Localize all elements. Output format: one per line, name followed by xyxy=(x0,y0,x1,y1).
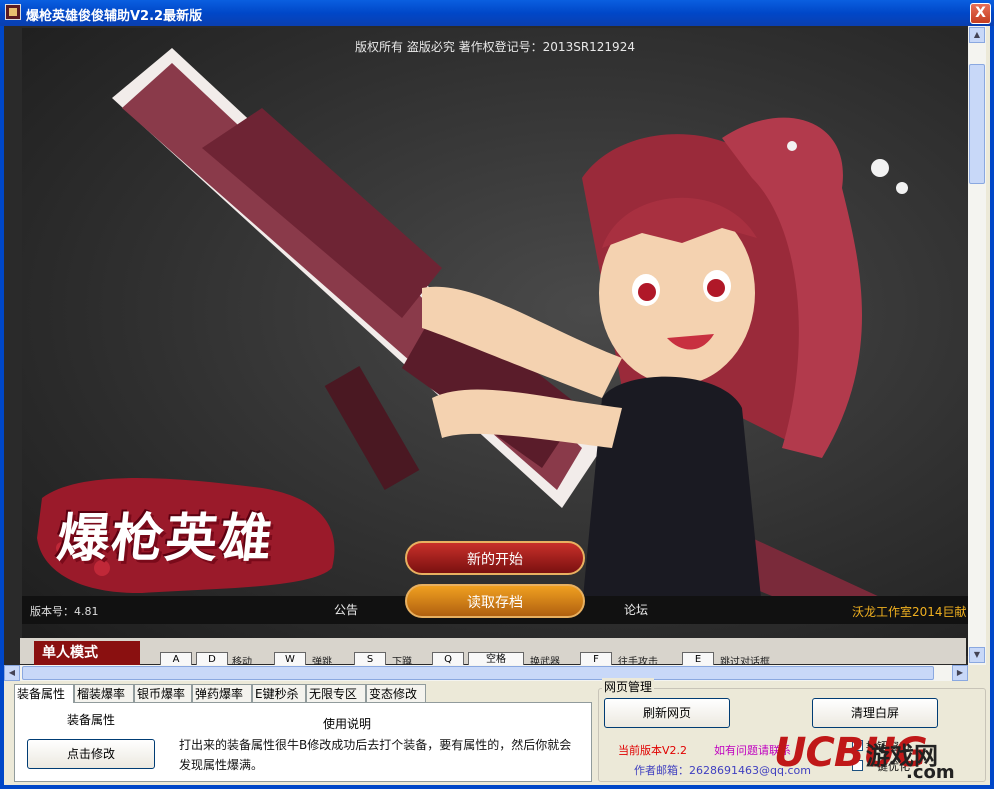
scroll-up-icon[interactable]: ▲ xyxy=(969,27,985,43)
current-version-text: 当前版本V2.2 xyxy=(618,744,688,757)
key-d: D xyxy=(196,652,228,665)
new-game-button[interactable]: 新的开始 xyxy=(405,541,585,575)
clear-white-screen-button[interactable]: 清理白屏 xyxy=(812,698,938,728)
key-e: E xyxy=(682,652,714,665)
key-desc-crouch: 下蹲 xyxy=(392,657,412,665)
horizontal-scrollbar[interactable]: ◀ ▶ xyxy=(4,665,968,681)
refresh-page-button[interactable]: 刷新网页 xyxy=(604,698,730,728)
single-player-tab[interactable]: 单人模式 xyxy=(34,641,140,665)
tab-ammo-drop-rate[interactable]: 弹药爆率 xyxy=(192,684,252,702)
load-game-button[interactable]: 读取存档 xyxy=(405,584,585,618)
modify-button[interactable]: 点击修改 xyxy=(27,739,155,769)
copyright-notice: 版权所有 盗版必究 著作权登记号：2013SR121924 xyxy=(355,40,635,54)
tab-equipment-attributes[interactable]: 装备属性 xyxy=(14,684,74,703)
window-title: 爆枪英雄俊俊辅助V2.2最新版 xyxy=(26,9,203,24)
window-frame-bottom xyxy=(0,785,994,789)
web-management-title: 网页管理 xyxy=(602,678,655,695)
key-a: A xyxy=(160,652,192,665)
equipment-attributes-panel: 装备属性 点击修改 使用说明 打出来的装备属性很牛B修改成功后去打个装备，要有属… xyxy=(14,702,592,782)
game-version: 版本号：4.81 xyxy=(30,605,99,618)
forum-link[interactable]: 论坛 xyxy=(624,601,648,618)
key-desc-jump: 弹跳 xyxy=(312,657,332,665)
scroll-down-icon[interactable]: ▼ xyxy=(969,647,985,663)
key-space: 空格 xyxy=(468,652,524,665)
scroll-right-icon[interactable]: ▶ xyxy=(952,665,968,681)
game-logo: 爆枪英雄 xyxy=(54,509,277,569)
key-desc-switch-weapon: 换武器 xyxy=(530,657,560,665)
mode-strip: 单人模式 A D 移动 W 弹跳 S 下蹲 Q 空格 换武器 F 往手攻击 E … xyxy=(20,638,966,665)
vertical-scrollbar[interactable]: ▲ ▼ xyxy=(968,26,986,665)
key-s: S xyxy=(354,652,386,665)
game-stage: 版权所有 盗版必究 著作权登记号：2013SR121924 爆枪英雄 版本号：4… xyxy=(22,28,968,656)
vertical-scroll-thumb[interactable] xyxy=(969,64,985,184)
game-viewport[interactable]: 版权所有 盗版必究 著作权登记号：2013SR121924 爆枪英雄 版本号：4… xyxy=(4,26,968,665)
watermark-com: .com xyxy=(906,762,955,783)
key-desc-skip-dialog: 跳过对话框 xyxy=(720,657,770,665)
usage-title: 使用说明 xyxy=(323,717,372,731)
tab-equipment-drop-rate[interactable]: 榴装爆率 xyxy=(74,684,134,702)
tab-unlimited-zone[interactable]: 无限专区 xyxy=(306,684,366,702)
studio-credit: 沃龙工作室2014巨献 xyxy=(852,605,967,619)
tab-silver-drop-rate[interactable]: 银币爆率 xyxy=(134,684,192,702)
key-f: F xyxy=(580,652,612,665)
window-frame-right xyxy=(990,26,994,789)
title-bar: 爆枪英雄俊俊辅助V2.2最新版 X xyxy=(0,0,994,26)
key-desc-attack: 往手攻击 xyxy=(618,657,658,665)
ucbug-watermark: UCBUG 游戏网 .com xyxy=(774,730,990,784)
notice-link[interactable]: 公告 xyxy=(334,601,358,618)
key-w: W xyxy=(274,652,306,665)
key-q: Q xyxy=(432,652,464,665)
scroll-left-icon[interactable]: ◀ xyxy=(4,665,20,681)
key-desc-move: 移动 xyxy=(232,657,252,665)
app-icon xyxy=(5,4,21,20)
tab-e-key-instakill[interactable]: E键秒杀 xyxy=(252,684,306,702)
usage-description: 打出来的装备属性很牛B修改成功后去打个装备，要有属性的，然后你就会发现属性爆满。 xyxy=(179,738,572,772)
tab-extreme-modify[interactable]: 变态修改 xyxy=(366,684,426,702)
equipment-label: 装备属性 xyxy=(67,713,116,727)
horizontal-scroll-thumb[interactable] xyxy=(22,666,934,680)
close-button[interactable]: X xyxy=(970,3,991,24)
